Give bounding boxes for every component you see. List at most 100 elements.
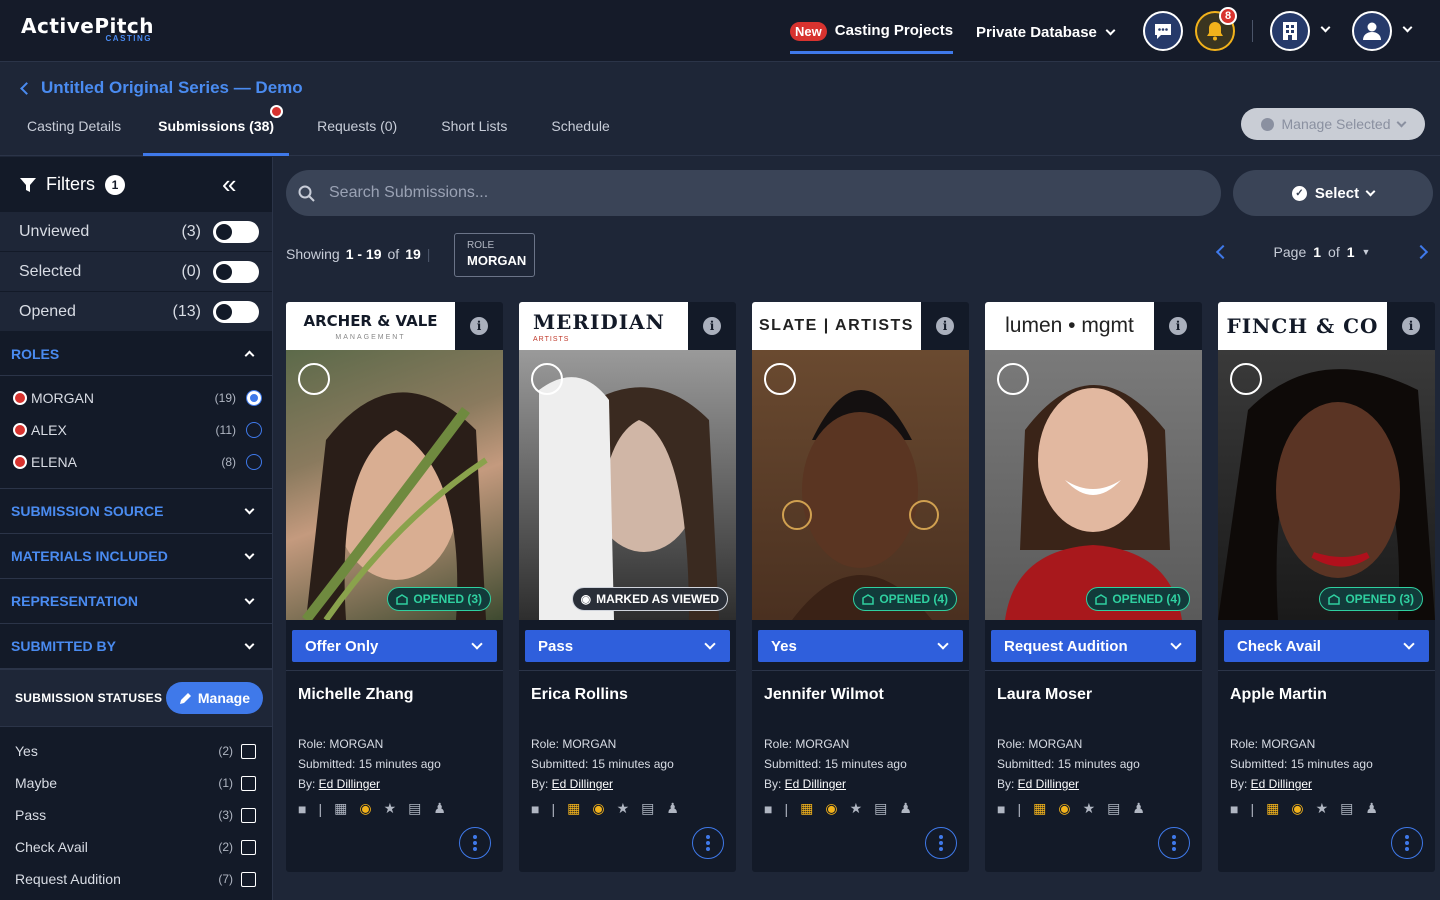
more-options-button[interactable] (1158, 827, 1190, 859)
select-dropdown[interactable]: ✓ Select (1233, 170, 1433, 216)
status-check-avail[interactable]: Check Avail (2) (0, 831, 272, 863)
prev-page-icon[interactable] (1215, 244, 1231, 260)
role-alex[interactable]: ALEX (11) (0, 414, 272, 446)
headshot-photo[interactable]: OPENED (4) (985, 350, 1202, 620)
more-options-button[interactable] (1391, 827, 1423, 859)
search-input[interactable] (329, 184, 1129, 202)
submission-card[interactable]: lumen • mgmt i OPENED (4) Request Auditi… (985, 302, 1202, 872)
select-circle[interactable] (531, 363, 563, 395)
talent-name[interactable]: Apple Martin (1230, 686, 1423, 704)
star-icon[interactable]: ★ (850, 800, 863, 817)
unviewed-toggle[interactable] (213, 220, 259, 243)
role-radio[interactable] (246, 454, 262, 470)
submission-card[interactable]: SLATE | ARTISTS i OPENED (4) Yes Jennife… (752, 302, 969, 872)
status-checkbox[interactable] (241, 743, 256, 759)
role-radio[interactable] (246, 422, 262, 438)
star-icon[interactable]: ★ (617, 800, 630, 817)
manage-statuses-button[interactable]: Manage (165, 682, 263, 714)
status-yes[interactable]: Yes (2) (0, 735, 272, 767)
submitter-link[interactable]: Ed Dillinger (552, 777, 613, 791)
next-page-icon[interactable] (1413, 244, 1429, 260)
chevron-down-icon[interactable] (1402, 22, 1413, 33)
section-submitted-by[interactable]: SUBMITTED BY (0, 624, 272, 669)
assign-user-icon[interactable]: ♟ (899, 800, 912, 817)
submitter-link[interactable]: Ed Dillinger (785, 777, 846, 791)
chevron-down-icon[interactable] (1320, 22, 1331, 33)
roles-section-header[interactable]: ROLES (0, 332, 272, 376)
more-options-button[interactable] (692, 827, 724, 859)
status-request-audition[interactable]: Request Audition (7) (0, 863, 272, 895)
video-icon[interactable]: ■ (764, 801, 772, 817)
tab-requests[interactable]: Requests (0) (289, 116, 419, 156)
photo-icon[interactable]: ◉ (1291, 800, 1303, 817)
reel-icon[interactable]: ▦ (1266, 800, 1279, 817)
nav-casting-projects[interactable]: New Casting Projects (790, 22, 954, 54)
resume-icon[interactable]: ▤ (641, 800, 654, 817)
role-radio[interactable] (246, 390, 262, 406)
tab-short-lists[interactable]: Short Lists (419, 116, 529, 156)
status-maybe[interactable]: Maybe (1) (0, 767, 272, 799)
select-circle[interactable] (764, 363, 796, 395)
assign-user-icon[interactable]: ♟ (666, 800, 679, 817)
reel-icon[interactable]: ▦ (567, 800, 580, 817)
reel-icon[interactable]: ▦ (1033, 800, 1046, 817)
submission-status-dropdown[interactable]: Pass (525, 630, 730, 662)
star-icon[interactable]: ★ (384, 800, 397, 817)
info-icon[interactable]: i (1402, 317, 1420, 335)
select-circle[interactable] (1230, 363, 1262, 395)
photo-icon[interactable]: ◉ (359, 800, 371, 817)
photo-icon[interactable]: ◉ (592, 800, 604, 817)
star-icon[interactable]: ★ (1316, 800, 1329, 817)
submission-status-dropdown[interactable]: Offer Only (292, 630, 497, 662)
submission-card[interactable]: ARCHER & VALE MANAGEMENT i OPENED (3) Of… (286, 302, 503, 872)
star-icon[interactable]: ★ (1083, 800, 1096, 817)
video-icon[interactable]: ■ (997, 801, 1005, 817)
select-circle[interactable] (997, 363, 1029, 395)
reel-icon[interactable]: ▦ (334, 800, 347, 817)
headshot-photo[interactable]: ◉ MARKED AS VIEWED (519, 350, 736, 620)
resume-icon[interactable]: ▤ (874, 800, 887, 817)
active-role-chip[interactable]: ROLE MORGAN (454, 233, 535, 277)
info-icon[interactable]: i (703, 317, 721, 335)
info-icon[interactable]: i (470, 317, 488, 335)
assign-user-icon[interactable]: ♟ (1132, 800, 1145, 817)
resume-icon[interactable]: ▤ (1340, 800, 1353, 817)
more-options-button[interactable] (925, 827, 957, 859)
selected-toggle[interactable] (213, 260, 259, 283)
section-materials-included[interactable]: MATERIALS INCLUDED (0, 534, 272, 579)
resume-icon[interactable]: ▤ (408, 800, 421, 817)
status-checkbox[interactable] (241, 871, 256, 887)
assign-user-icon[interactable]: ♟ (1365, 800, 1378, 817)
info-icon[interactable]: i (1169, 317, 1187, 335)
section-representation[interactable]: REPRESENTATION (0, 579, 272, 624)
submission-card[interactable]: MERIDIAN ARTISTS i ◉ MARKED AS VIEWED Pa… (519, 302, 736, 872)
status-checkbox[interactable] (241, 775, 256, 791)
status-checkbox[interactable] (241, 839, 256, 855)
opened-toggle[interactable] (213, 300, 259, 323)
role-elena[interactable]: ELENA (8) (0, 446, 272, 478)
nav-private-database[interactable]: Private Database (976, 24, 1116, 41)
info-icon[interactable]: i (936, 317, 954, 335)
select-circle[interactable] (298, 363, 330, 395)
submitter-link[interactable]: Ed Dillinger (1018, 777, 1079, 791)
organization-button[interactable] (1270, 11, 1310, 51)
headshot-photo[interactable]: OPENED (3) (286, 350, 503, 620)
messages-button[interactable] (1143, 11, 1183, 51)
submission-status-dropdown[interactable]: Yes (758, 630, 963, 662)
video-icon[interactable]: ■ (531, 801, 539, 817)
tab-casting-details[interactable]: Casting Details (0, 116, 143, 156)
talent-name[interactable]: Jennifer Wilmot (764, 686, 957, 704)
page-indicator[interactable]: Page 1 of 1 ▼ (1274, 244, 1371, 260)
submission-status-dropdown[interactable]: Request Audition (991, 630, 1196, 662)
submitter-link[interactable]: Ed Dillinger (1251, 777, 1312, 791)
submission-card[interactable]: FINCH & CO i OPENED (3) Check Avail Appl… (1218, 302, 1435, 872)
photo-icon[interactable]: ◉ (1058, 800, 1070, 817)
notifications-button[interactable]: 8 (1195, 7, 1237, 51)
talent-name[interactable]: Michelle Zhang (298, 686, 491, 704)
breadcrumb[interactable]: Untitled Original Series — Demo (20, 78, 303, 98)
collapse-sidebar-icon[interactable]: « (222, 171, 236, 197)
tab-schedule[interactable]: Schedule (529, 116, 631, 156)
video-icon[interactable]: ■ (298, 801, 306, 817)
status-checkbox[interactable] (241, 807, 256, 823)
photo-icon[interactable]: ◉ (825, 800, 837, 817)
